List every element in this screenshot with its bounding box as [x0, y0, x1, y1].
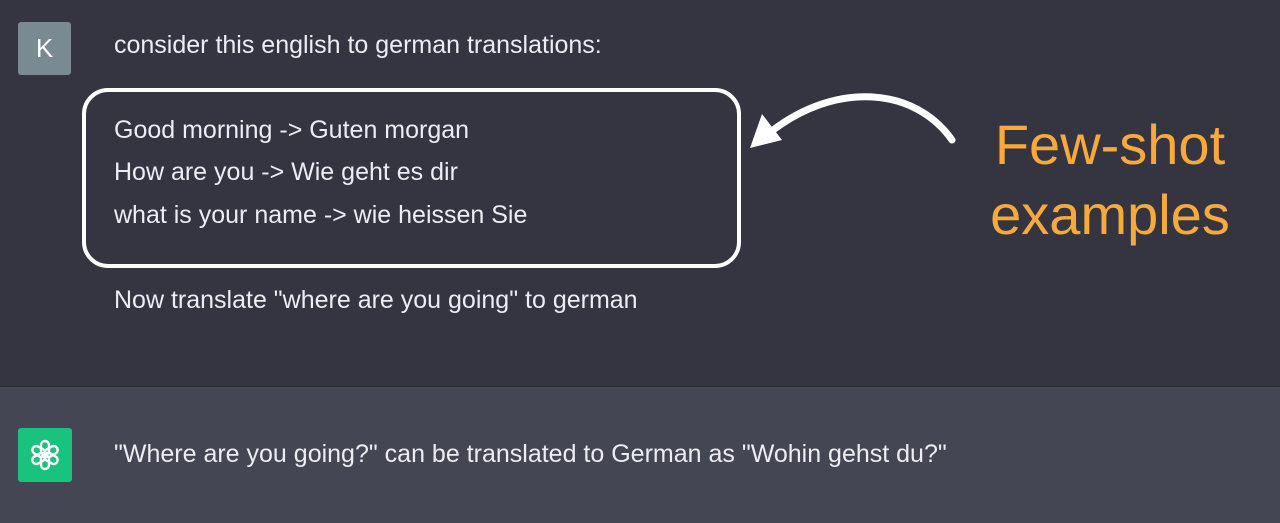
openai-logo-icon: [31, 439, 59, 471]
annotation-line: Few-shot: [994, 113, 1226, 176]
few-shot-annotation-label: Few-shot examples: [960, 110, 1260, 250]
annotation-arrow-icon: [750, 93, 956, 148]
assistant-message-text: "Where are you going?" can be translated…: [114, 440, 947, 468]
user-avatar: K: [18, 22, 71, 75]
user-message-block: K consider this english to german transl…: [0, 0, 1280, 386]
assistant-avatar: [18, 428, 72, 482]
example-line: How are you -> Wie geht es dir: [114, 158, 458, 186]
user-message-instruction: Now translate "where are you going" to g…: [114, 286, 638, 314]
example-line: what is your name -> wie heissen Sie: [114, 201, 528, 229]
user-message-intro: consider this english to german translat…: [114, 31, 602, 59]
annotation-line: examples: [990, 183, 1230, 246]
chat-page: K consider this english to german transl…: [0, 0, 1280, 523]
example-line: Good morning -> Guten morgan: [114, 116, 470, 144]
